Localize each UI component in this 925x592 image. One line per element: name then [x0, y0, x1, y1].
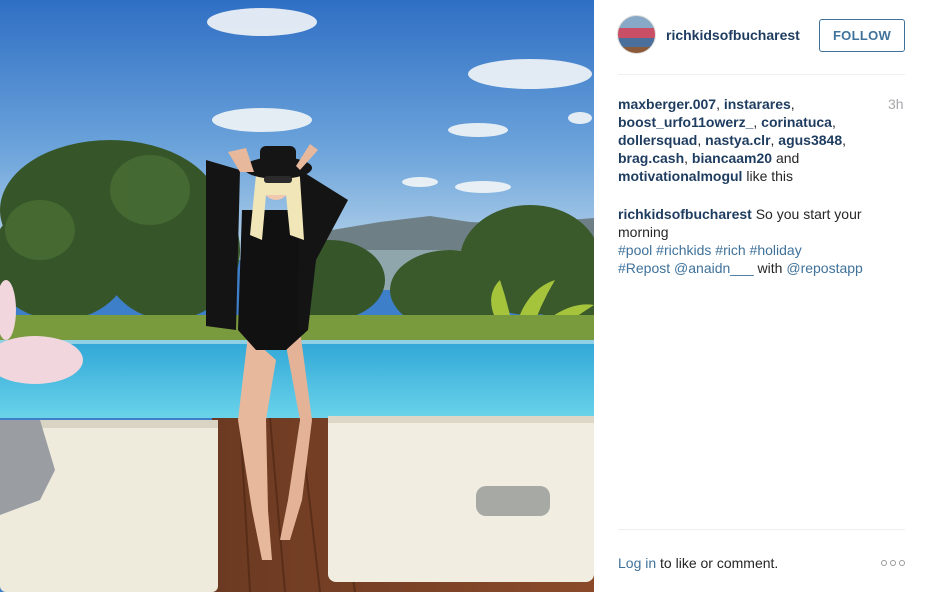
dot-icon [899, 560, 905, 566]
hashtag-link[interactable]: #holiday [750, 242, 802, 258]
likes-separator: , [684, 150, 692, 166]
hashtag-link[interactable]: #Repost [618, 260, 670, 276]
likes-separator: , [753, 114, 762, 130]
caption-with: with [753, 260, 787, 276]
likes-separator: , [842, 132, 847, 148]
liker-link[interactable]: agus3848 [778, 132, 842, 148]
mention-link[interactable]: @repostapp [786, 260, 862, 276]
post-timestamp[interactable]: 3h [888, 96, 904, 112]
liker-link[interactable]: motivationalmogul [618, 168, 742, 184]
likes-separator: , [697, 132, 706, 148]
hashtag-link[interactable]: #pool [618, 242, 652, 258]
login-suffix: to like or comment. [656, 555, 779, 571]
instagram-post: richkidsofbucharest FOLLOW maxberger.007… [0, 0, 925, 592]
likes-suffix: like this [742, 168, 794, 184]
username-link[interactable]: richkidsofbucharest [666, 27, 800, 43]
more-options-icon[interactable] [881, 557, 907, 569]
avatar-image [618, 16, 655, 53]
pool-scene-image [0, 0, 594, 592]
liker-link[interactable]: dollersquad [618, 132, 697, 148]
hashtag-link[interactable]: #richkids [656, 242, 711, 258]
mention-link[interactable]: @anaidn___ [674, 260, 754, 276]
liker-link[interactable]: instarares [724, 96, 791, 112]
post-photo[interactable] [0, 0, 594, 592]
avatar[interactable] [617, 15, 656, 54]
dot-icon [881, 560, 887, 566]
login-prompt: Log in to like or comment. [618, 555, 778, 571]
post-sidebar: richkidsofbucharest FOLLOW maxberger.007… [594, 0, 925, 592]
liker-link[interactable]: nastya.clr [705, 132, 770, 148]
likes-separator: , [790, 96, 795, 112]
follow-button[interactable]: FOLLOW [819, 19, 905, 52]
dot-icon [890, 560, 896, 566]
login-link[interactable]: Log in [618, 555, 656, 571]
liker-link[interactable]: boost_urfo11owerz_ [618, 114, 753, 130]
post-header: richkidsofbucharest FOLLOW [594, 0, 925, 75]
liker-link[interactable]: biancaam20 [692, 150, 772, 166]
divider [618, 74, 905, 75]
divider [618, 529, 905, 530]
post-caption: richkidsofbucharest So you start your mo… [618, 205, 898, 277]
likes-separator: , [831, 114, 836, 130]
caption-author-link[interactable]: richkidsofbucharest [618, 206, 752, 222]
likes-separator: , [716, 96, 724, 112]
likes-and: and [772, 150, 800, 166]
hashtag-link[interactable]: #rich [715, 242, 745, 258]
liker-link[interactable]: brag.cash [618, 150, 684, 166]
likes-list: maxberger.007, instarares, boost_urfo11o… [618, 95, 873, 185]
liker-link[interactable]: maxberger.007 [618, 96, 716, 112]
liker-link[interactable]: corinatuca [761, 114, 832, 130]
